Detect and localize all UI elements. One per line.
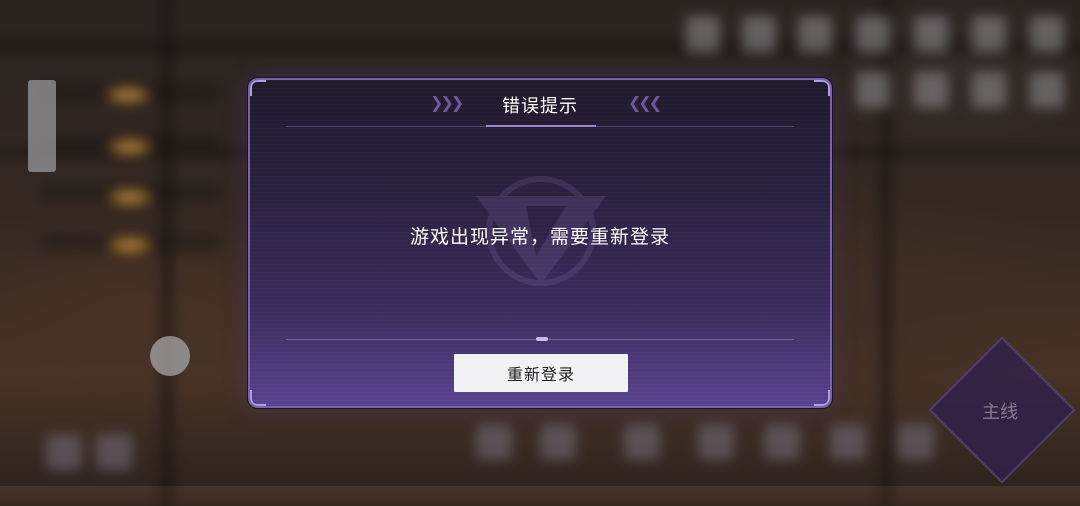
corner-accent xyxy=(250,390,266,406)
title-underline xyxy=(486,125,596,127)
divider-marker xyxy=(536,337,548,341)
dialog-title: 错误提示 xyxy=(502,96,578,117)
error-message: 游戏出现异常，需要重新登录 xyxy=(409,226,670,248)
relogin-button[interactable]: 重新登录 xyxy=(454,354,628,392)
error-dialog: ❯❯❯ 错误提示 ❮❮❮ 游戏出现异常，需要重新登录 重新登录 xyxy=(248,78,832,408)
corner-accent xyxy=(814,390,830,406)
chevron-left-icon: ❮❮❮ xyxy=(628,93,662,112)
